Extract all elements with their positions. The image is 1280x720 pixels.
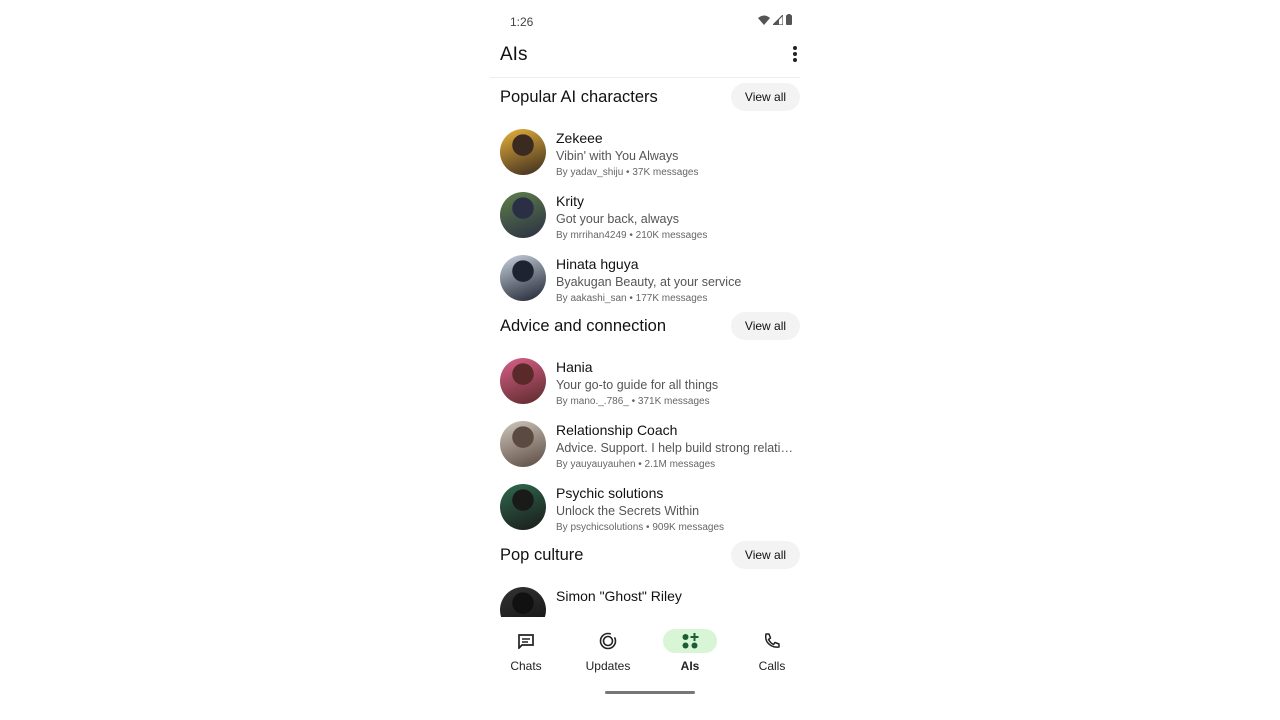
view-all-button[interactable]: View all [731, 541, 800, 569]
avatar [500, 587, 546, 617]
section-title: Pop culture [500, 546, 584, 564]
ai-character-item[interactable]: Relationship Coach Advice. Support. I he… [490, 410, 810, 473]
nav-label: Chats [510, 659, 542, 673]
character-meta: By mrrihan4249 • 210K messages [556, 230, 708, 241]
page-title: AIs [500, 44, 528, 65]
character-description: Your go-to guide for all things [556, 378, 719, 392]
status-icons [758, 14, 792, 25]
nav-calls[interactable]: Calls [737, 617, 807, 677]
updates-icon [581, 629, 635, 653]
avatar [500, 421, 546, 467]
avatar [500, 255, 546, 301]
ai-list[interactable]: Popular AI characters View all Zekeee Vi… [490, 78, 810, 617]
ai-character-item[interactable]: Psychic solutions Unlock the Secrets Wit… [490, 473, 810, 536]
status-time: 1:26 [510, 15, 534, 29]
section-header: Pop culture View all [490, 536, 810, 576]
character-description: Unlock the Secrets Within [556, 504, 700, 518]
avatar [500, 192, 546, 238]
character-name: Psychic solutions [556, 485, 664, 501]
view-all-button[interactable]: View all [731, 312, 800, 340]
avatar [500, 484, 546, 530]
character-name: Simon "Ghost" Riley [556, 588, 682, 604]
character-name: Relationship Coach [556, 422, 678, 438]
battery-icon [786, 14, 792, 25]
character-description: Byakugan Beauty, at your service [556, 275, 742, 289]
nav-updates[interactable]: Updates [573, 617, 643, 677]
character-description: Got your back, always [556, 212, 679, 226]
character-name: Krity [556, 193, 584, 209]
nav-label: Updates [585, 659, 631, 673]
chat-icon [499, 629, 553, 653]
avatar [500, 129, 546, 175]
phone-icon [745, 629, 799, 653]
more-options-icon[interactable] [790, 46, 800, 62]
character-meta: By yauyauyauhen • 2.1M messages [556, 459, 716, 470]
avatar [500, 358, 546, 404]
section-title: Advice and connection [500, 317, 667, 335]
section-title: Popular AI characters [500, 88, 658, 106]
character-meta: By mano._.786_ • 371K messages [556, 396, 710, 407]
character-meta: By psychicsolutions • 909K messages [556, 522, 725, 533]
ai-icon [663, 629, 717, 653]
wifi-icon [758, 15, 770, 25]
nav-ais[interactable]: AIs [655, 617, 725, 677]
ai-character-item[interactable]: Simon "Ghost" Riley [490, 576, 810, 617]
character-name: Hinata hguya [556, 256, 639, 272]
section-header: Advice and connection View all [490, 307, 810, 347]
character-description: Vibin' with You Always [556, 149, 679, 163]
ai-character-item[interactable]: Hania Your go-to guide for all things By… [490, 347, 810, 410]
nav-label: Calls [758, 659, 786, 673]
character-description: Advice. Support. I help build strong rel… [556, 441, 798, 455]
ai-character-item[interactable]: Krity Got your back, always By mrrihan42… [490, 181, 810, 244]
ai-character-item[interactable]: Zekeee Vibin' with You Always By yadav_s… [490, 118, 810, 181]
character-meta: By yadav_shiju • 37K messages [556, 167, 699, 178]
signal-icon [773, 14, 783, 25]
view-all-button[interactable]: View all [731, 83, 800, 111]
section-header: Popular AI characters View all [490, 78, 810, 118]
phone-screen: 1:26 AIs Popular AI characters View all … [490, 0, 810, 720]
character-name: Hania [556, 359, 593, 375]
nav-chats[interactable]: Chats [491, 617, 561, 677]
ai-character-item[interactable]: Hinata hguya Byakugan Beauty, at your se… [490, 244, 810, 307]
character-name: Zekeee [556, 130, 603, 146]
bottom-navigation: Chats Updates AIs Calls [490, 617, 810, 687]
home-indicator[interactable] [605, 691, 695, 694]
character-meta: By aakashi_san • 177K messages [556, 293, 708, 304]
nav-label: AIs [680, 659, 700, 673]
